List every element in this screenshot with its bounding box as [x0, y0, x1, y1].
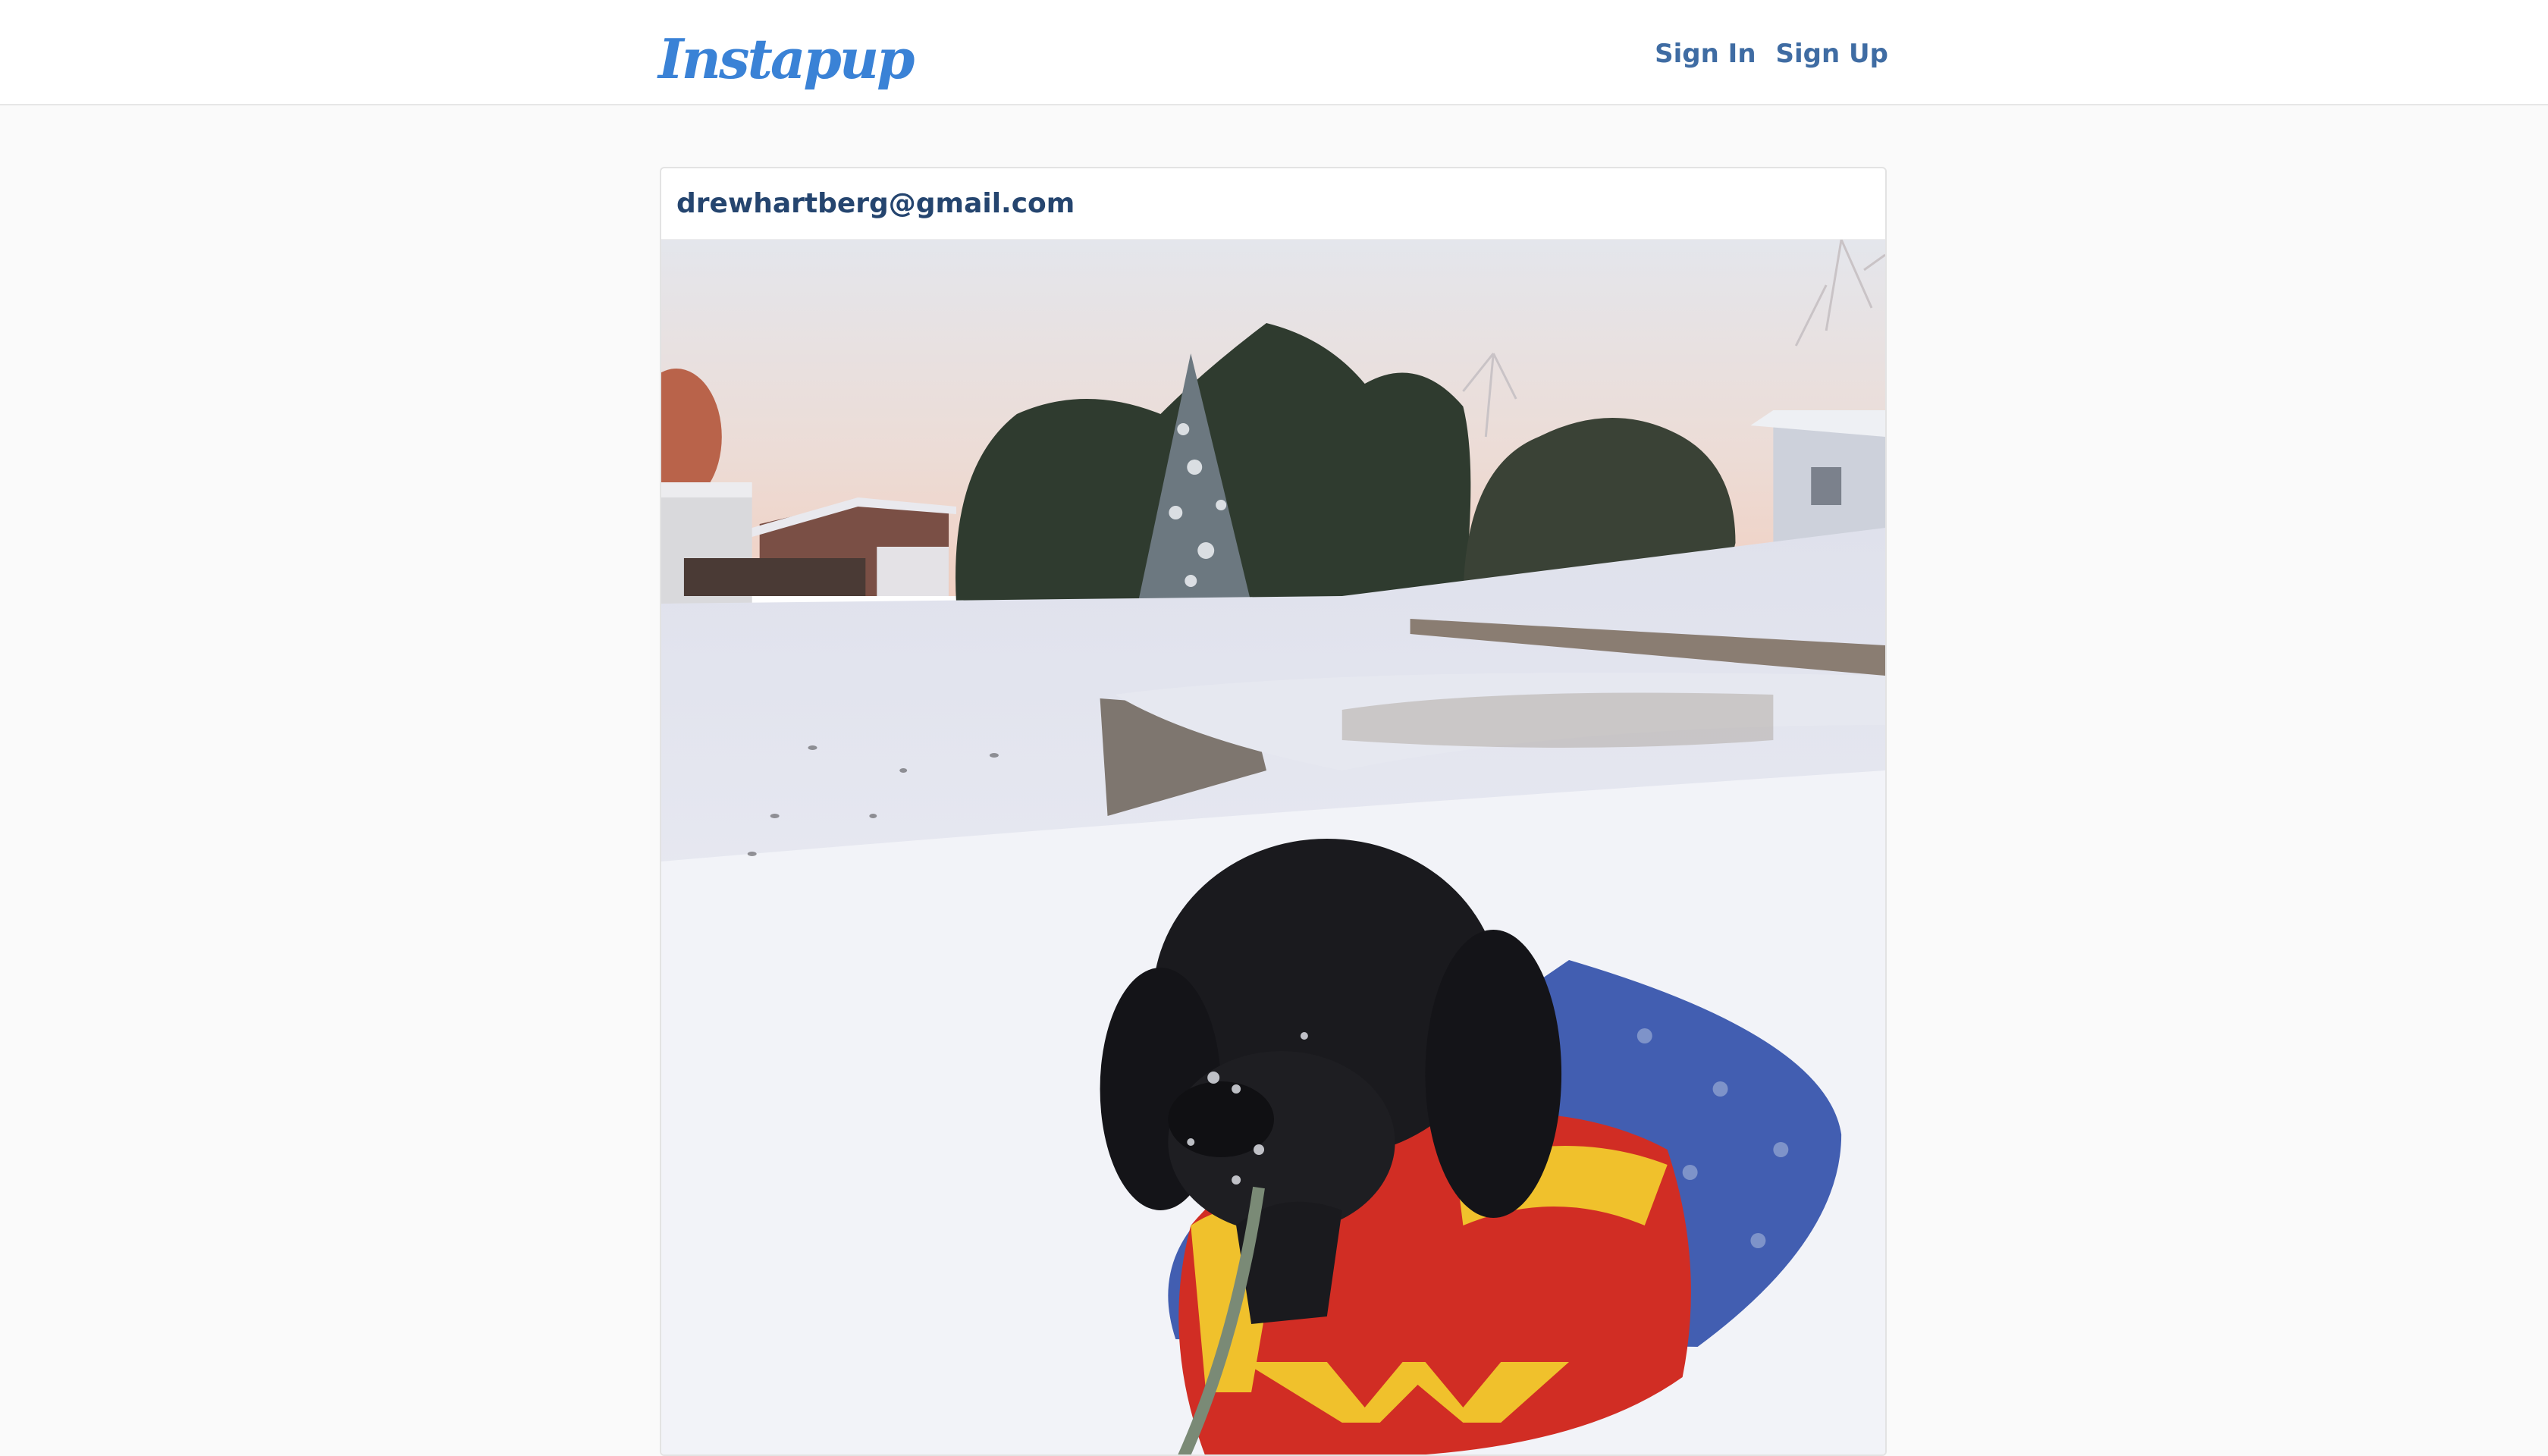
dog-snow-photo [661, 240, 1885, 1454]
top-navbar: Instapup Sign In Sign Up [0, 0, 2548, 105]
post-username[interactable]: drewhartberg@gmail.com [676, 188, 1075, 219]
sign-in-link[interactable]: Sign In [1655, 33, 1756, 74]
post-photo[interactable] [661, 240, 1885, 1454]
post-header: drewhartberg@gmail.com [661, 168, 1885, 240]
sign-up-link[interactable]: Sign Up [1776, 33, 1888, 74]
nav-links: Sign In Sign Up [1655, 33, 1888, 74]
post-card: drewhartberg@gmail.com [660, 167, 1887, 1456]
brand-logo[interactable]: Instapup [658, 21, 915, 97]
